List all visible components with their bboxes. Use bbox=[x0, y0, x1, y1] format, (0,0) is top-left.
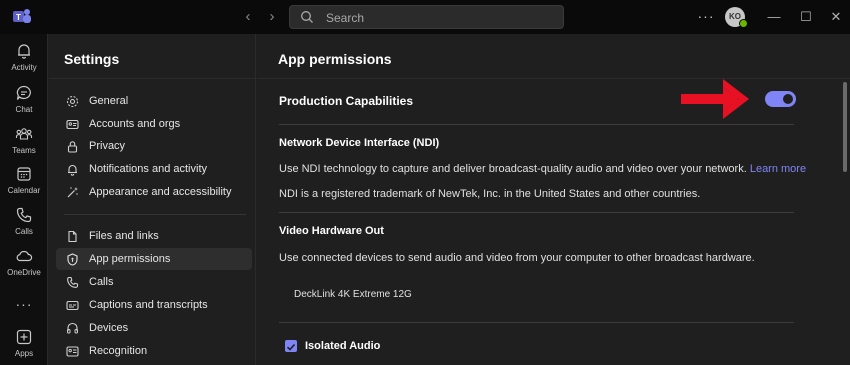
teams-window: T ‹ › ··· KO — ☐ ✕ Activity bbox=[0, 0, 850, 365]
search-icon bbox=[301, 11, 313, 23]
learn-more-link[interactable]: Learn more bbox=[750, 163, 806, 175]
app-rail: Activity Chat Teams Calendar Calls OneDr… bbox=[0, 34, 48, 365]
toggle-knob bbox=[783, 94, 793, 104]
rail-item-chat[interactable]: Chat bbox=[0, 84, 48, 124]
lock-icon bbox=[67, 141, 78, 153]
decklink-device-label: DeckLink 4K Extreme 12G bbox=[294, 289, 412, 300]
main-content: App permissions Production Capabilities … bbox=[257, 34, 850, 365]
close-icon[interactable]: ✕ bbox=[826, 7, 846, 27]
section-title-production-capabilities: Production Capabilities bbox=[279, 94, 414, 108]
settings-item-label: General bbox=[89, 95, 129, 107]
settings-item-label: Files and links bbox=[89, 230, 159, 242]
divider bbox=[279, 322, 794, 323]
phone-icon bbox=[67, 276, 79, 288]
scrollbar[interactable] bbox=[843, 82, 847, 172]
rail-item-calendar[interactable]: Calendar bbox=[0, 165, 48, 205]
rail-label-chat: Chat bbox=[15, 105, 33, 114]
settings-item-devices[interactable]: Devices bbox=[56, 317, 252, 339]
maximize-icon[interactable]: ☐ bbox=[796, 7, 816, 27]
add-apps-icon bbox=[16, 329, 32, 345]
settings-item-general[interactable]: General bbox=[56, 90, 252, 112]
calendar-icon bbox=[17, 167, 31, 181]
rail-label-calls: Calls bbox=[15, 227, 33, 236]
settings-item-appearance[interactable]: Appearance and accessibility bbox=[56, 181, 252, 203]
rail-label-activity: Activity bbox=[11, 63, 37, 72]
rail-item-teams[interactable]: Teams bbox=[0, 125, 48, 165]
settings-item-label: Notifications and activity bbox=[89, 163, 207, 175]
forward-icon[interactable]: › bbox=[263, 8, 281, 26]
back-icon[interactable]: ‹ bbox=[239, 8, 257, 26]
minimize-icon[interactable]: — bbox=[764, 7, 784, 27]
ndi-heading: Network Device Interface (NDI) bbox=[279, 137, 440, 149]
ndi-trademark: NDI is a registered trademark of NewTek,… bbox=[279, 188, 701, 200]
isolated-audio-checkbox[interactable] bbox=[285, 340, 297, 352]
video-hardware-description: Use connected devices to send audio and … bbox=[279, 252, 755, 264]
settings-item-privacy[interactable]: Privacy bbox=[56, 135, 252, 157]
ndi-description: Use NDI technology to capture and delive… bbox=[279, 163, 806, 175]
settings-item-recognition[interactable]: Recognition bbox=[56, 340, 252, 362]
settings-item-calls[interactable]: Calls bbox=[56, 271, 252, 293]
search-box[interactable] bbox=[289, 5, 564, 29]
production-capabilities-toggle[interactable] bbox=[765, 91, 796, 107]
chat-icon bbox=[16, 85, 31, 100]
settings-item-label: App permissions bbox=[89, 253, 171, 265]
search-input[interactable] bbox=[326, 9, 526, 26]
ndi-description-text: Use NDI technology to capture and delive… bbox=[279, 163, 747, 175]
divider bbox=[279, 212, 794, 213]
bell-icon bbox=[18, 44, 30, 59]
more-options-icon[interactable]: ··· bbox=[696, 6, 716, 26]
settings-item-label: Calls bbox=[89, 276, 114, 288]
settings-item-notifications[interactable]: Notifications and activity bbox=[56, 158, 252, 180]
cloud-icon bbox=[16, 250, 33, 262]
rail-label-calendar: Calendar bbox=[7, 186, 41, 195]
captions-icon bbox=[66, 300, 79, 311]
id-card-icon bbox=[66, 119, 79, 130]
rail-item-activity[interactable]: Activity bbox=[0, 42, 48, 82]
settings-item-label: Privacy bbox=[89, 140, 126, 152]
bell-icon bbox=[68, 164, 77, 176]
rail-item-apps[interactable]: Apps bbox=[0, 328, 48, 365]
rail-label-apps: Apps bbox=[14, 349, 34, 358]
rail-label-onedrive: OneDrive bbox=[7, 268, 41, 277]
settings-item-label: Recognition bbox=[89, 345, 148, 357]
presence-available-icon bbox=[739, 19, 748, 28]
teams-logo-icon[interactable]: T bbox=[11, 6, 33, 28]
divider bbox=[49, 78, 255, 79]
settings-item-label: Appearance and accessibility bbox=[89, 186, 232, 198]
settings-title: Settings bbox=[64, 51, 120, 67]
settings-item-app-permissions[interactable]: App permissions bbox=[56, 248, 252, 270]
rail-item-onedrive[interactable]: OneDrive bbox=[0, 247, 48, 287]
annotation-arrow-icon bbox=[681, 79, 749, 119]
settings-item-files-and-links[interactable]: Files and links bbox=[56, 225, 252, 247]
recognition-icon bbox=[66, 346, 79, 357]
gear-icon bbox=[66, 95, 79, 108]
settings-item-label: Devices bbox=[89, 322, 129, 334]
checkmark-icon bbox=[286, 343, 296, 351]
settings-item-label: Captions and transcripts bbox=[89, 299, 208, 311]
page-title: App permissions bbox=[278, 51, 392, 67]
settings-item-captions[interactable]: Captions and transcripts bbox=[56, 294, 252, 316]
svg-text:T: T bbox=[16, 13, 21, 22]
more-apps-icon[interactable]: ··· bbox=[0, 296, 48, 312]
phone-icon bbox=[16, 207, 32, 223]
shield-icon bbox=[67, 253, 78, 266]
wand-icon bbox=[67, 187, 78, 198]
video-hardware-out-heading: Video Hardware Out bbox=[279, 225, 384, 237]
settings-panel: Settings General Accounts and orgs Priva… bbox=[49, 34, 256, 365]
title-bar: T ‹ › ··· KO — ☐ ✕ bbox=[0, 0, 850, 34]
settings-item-accounts-and-orgs[interactable]: Accounts and orgs bbox=[56, 113, 252, 135]
rail-item-calls[interactable]: Calls bbox=[0, 206, 48, 246]
isolated-audio-label: Isolated Audio bbox=[305, 340, 381, 352]
settings-item-label: Accounts and orgs bbox=[89, 118, 181, 130]
teams-icon bbox=[15, 128, 33, 140]
devices-icon bbox=[67, 322, 78, 334]
divider bbox=[279, 124, 794, 125]
rail-label-teams: Teams bbox=[12, 146, 36, 155]
file-icon bbox=[68, 230, 77, 243]
divider bbox=[64, 214, 246, 215]
